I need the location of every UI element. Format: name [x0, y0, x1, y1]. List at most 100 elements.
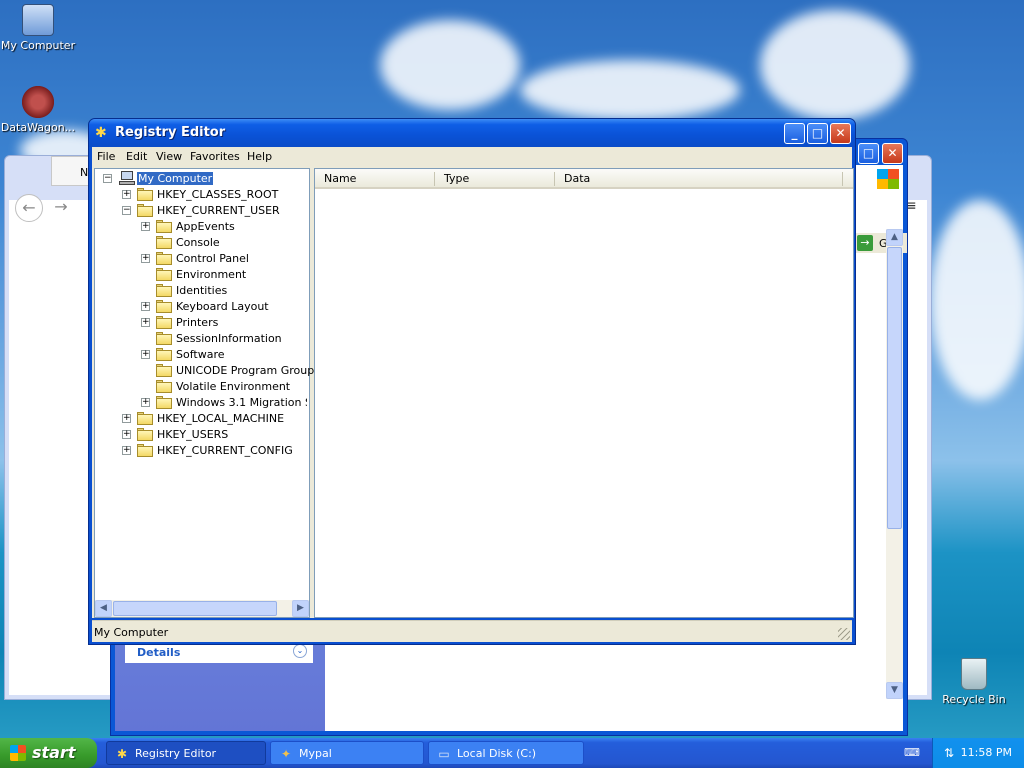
menu-bar: File Edit View Favorites Help	[92, 147, 852, 166]
close-button[interactable]: ✕	[882, 143, 903, 164]
tree-item-windows-migration-status[interactable]: + Windows 3.1 Migration Stat	[95, 395, 307, 411]
folder-icon	[156, 236, 172, 249]
scroll-down-button[interactable]: ▼	[886, 682, 903, 699]
column-divider[interactable]	[554, 172, 555, 186]
expand-icon[interactable]: +	[122, 190, 131, 199]
maximize-button[interactable]: □	[807, 123, 828, 144]
tree-item-control-panel[interactable]: + Control Panel	[95, 251, 307, 267]
chevron-down-icon[interactable]: ⌄	[293, 644, 307, 658]
menu-file[interactable]: File	[97, 150, 115, 163]
expand-icon[interactable]: +	[141, 222, 150, 231]
tree-item-keyboard-layout[interactable]: + Keyboard Layout	[95, 299, 307, 315]
column-divider[interactable]	[434, 172, 435, 186]
task-label: Registry Editor	[135, 747, 217, 760]
keyboard-icon[interactable]: ⌨	[904, 746, 920, 760]
menu-edit[interactable]: Edit	[126, 150, 147, 163]
tree-label: Software	[176, 348, 225, 361]
tree-item-sessioninformation[interactable]: SessionInformation	[95, 331, 307, 347]
start-button[interactable]: start	[0, 738, 97, 768]
folder-icon	[137, 188, 153, 201]
tree-item-hkey-current-config[interactable]: + HKEY_CURRENT_CONFIG	[95, 443, 307, 459]
tree-item-hkey-local-machine[interactable]: + HKEY_LOCAL_MACHINE	[95, 411, 307, 427]
taskbar-button-local-disk[interactable]: ▭ Local Disk (C:)	[428, 741, 584, 765]
close-button[interactable]: ✕	[830, 123, 851, 144]
start-label: start	[32, 743, 76, 762]
title-bar[interactable]: ✱ Registry Editor _ □ ✕	[89, 119, 855, 147]
tree-item-printers[interactable]: + Printers	[95, 315, 307, 331]
folder-icon	[156, 332, 172, 345]
tree-label: HKEY_CURRENT_CONFIG	[157, 444, 293, 457]
go-arrow-icon: →	[857, 235, 873, 251]
registry-tree[interactable]: − My Computer + HKEY_CLASSES_ROOT − HKEY…	[94, 168, 320, 618]
resize-grip[interactable]	[838, 628, 850, 640]
scroll-left-button[interactable]: ◀	[95, 600, 112, 617]
column-divider[interactable]	[842, 172, 843, 186]
taskbar: start ✱ Registry Editor ✦ Mypal ▭ Local …	[0, 738, 1024, 768]
tree-item-environment[interactable]: Environment	[95, 267, 307, 283]
scroll-thumb[interactable]	[887, 247, 902, 529]
maximize-button[interactable]: □	[858, 143, 879, 164]
folder-icon	[156, 396, 172, 409]
collapse-icon[interactable]: −	[122, 206, 131, 215]
taskbar-button-registry-editor[interactable]: ✱ Registry Editor	[106, 741, 266, 765]
taskbar-button-mypal[interactable]: ✦ Mypal	[270, 741, 424, 765]
folder-icon	[137, 412, 153, 425]
scroll-right-button[interactable]: ▶	[292, 600, 309, 617]
network-icon[interactable]: ⇅	[941, 745, 957, 761]
menu-favorites[interactable]: Favorites	[190, 150, 240, 163]
expand-icon[interactable]: +	[122, 446, 131, 455]
expand-icon[interactable]: +	[122, 430, 131, 439]
tree-label: Volatile Environment	[176, 380, 291, 393]
tree-label: Identities	[176, 284, 228, 297]
tree-label: Control Panel	[176, 252, 249, 265]
column-type[interactable]: Type	[444, 172, 469, 185]
desktop-icon-label: DataWagon...	[0, 121, 76, 134]
tree-item-hkey-classes-root[interactable]: + HKEY_CLASSES_ROOT	[95, 187, 307, 203]
details-label: Details	[137, 646, 181, 659]
tree-item-unicode-program-groups[interactable]: UNICODE Program Groups	[95, 363, 320, 379]
desktop-icon-recycle-bin[interactable]: Recycle Bin	[936, 658, 1012, 706]
desktop-icon-datawagon[interactable]: DataWagon...	[0, 86, 76, 134]
minimize-button[interactable]: _	[784, 123, 805, 144]
tree-item-software[interactable]: + Software	[95, 347, 307, 363]
column-data[interactable]: Data	[564, 172, 590, 185]
menu-help[interactable]: Help	[247, 150, 272, 163]
collapse-icon[interactable]: −	[103, 174, 112, 183]
tree-label: Printers	[176, 316, 219, 329]
back-button[interactable]: ←	[15, 194, 43, 222]
tree-horizontal-scrollbar[interactable]: ◀ ▶	[95, 600, 309, 617]
folder-icon	[156, 252, 172, 265]
expand-icon[interactable]: +	[141, 302, 150, 311]
tree-item-hkey-users[interactable]: + HKEY_USERS	[95, 427, 307, 443]
expand-icon[interactable]: +	[141, 398, 150, 407]
vertical-scrollbar[interactable]: ▲ ▼	[886, 229, 903, 699]
desktop-icon-my-computer[interactable]: My Computer	[0, 4, 76, 52]
expand-icon[interactable]: +	[141, 318, 150, 327]
column-name[interactable]: Name	[324, 172, 356, 185]
scroll-thumb[interactable]	[113, 601, 277, 616]
folder-icon	[156, 364, 172, 377]
menu-view[interactable]: View	[156, 150, 182, 163]
cloud	[380, 20, 520, 110]
tree-label: HKEY_USERS	[157, 428, 229, 441]
cloud	[760, 10, 910, 120]
tree-item-hkey-current-user[interactable]: − HKEY_CURRENT_USER	[95, 203, 307, 219]
window-title: Registry Editor	[115, 125, 226, 140]
recycle-bin-icon	[961, 658, 987, 690]
registry-editor-window[interactable]: ✱ Registry Editor _ □ ✕ File Edit View F…	[88, 118, 856, 645]
task-label: Local Disk (C:)	[457, 747, 537, 760]
clock[interactable]: 11:58 PM	[961, 746, 1012, 759]
tree-item-identities[interactable]: Identities	[95, 283, 307, 299]
expand-icon[interactable]: +	[122, 414, 131, 423]
folder-icon	[156, 380, 172, 393]
tree-item-console[interactable]: Console	[95, 235, 307, 251]
tree-item-appevents[interactable]: + AppEvents	[95, 219, 307, 235]
tree-label: HKEY_CLASSES_ROOT	[157, 188, 279, 201]
tree-item-volatile-environment[interactable]: Volatile Environment	[95, 379, 307, 395]
tree-root[interactable]: − My Computer	[95, 171, 307, 187]
values-list[interactable]: Name Type Data	[314, 168, 854, 618]
expand-icon[interactable]: +	[141, 350, 150, 359]
scroll-up-button[interactable]: ▲	[886, 229, 903, 246]
expand-icon[interactable]: +	[141, 254, 150, 263]
forward-button[interactable]: →	[49, 194, 73, 222]
